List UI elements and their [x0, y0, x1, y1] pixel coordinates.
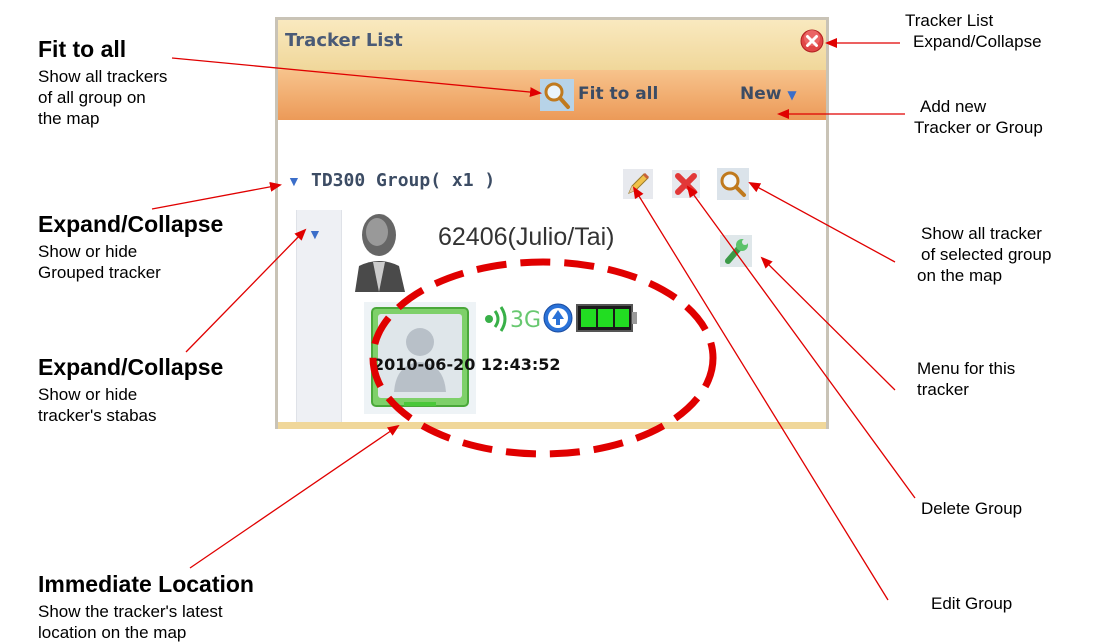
- annotation-line: the map: [38, 109, 100, 128]
- arrow-immediate: [189, 424, 400, 569]
- battery-icon: [576, 304, 637, 332]
- tracker-expand-toggle[interactable]: ▼: [308, 226, 322, 242]
- panel-bottom-strip: [278, 422, 826, 429]
- annotation-line: location on the map: [38, 623, 187, 642]
- panel-toolbar: Fit to all New ▼: [278, 70, 826, 120]
- add-new-annotation: Add new Tracker or Group: [914, 96, 1043, 138]
- close-icon[interactable]: [800, 29, 824, 53]
- edit-group-annotation: Edit Group: [931, 594, 1013, 613]
- annotation-line: Show all tracker: [921, 224, 1042, 243]
- group-expand-toggle[interactable]: ▼: [287, 173, 301, 189]
- new-dropdown-button[interactable]: New ▼: [740, 84, 797, 104]
- annotation-line: Add new: [920, 97, 987, 116]
- annotation-line: tracker's stabas: [38, 406, 157, 425]
- fit-annotation-title: Fit to all: [38, 36, 127, 62]
- annotation-line: Menu for this: [917, 359, 1016, 378]
- annotation-line: Tracker or Group: [914, 118, 1043, 137]
- arrow-group-toggle: [151, 181, 282, 210]
- panel-title: Tracker List: [285, 30, 403, 51]
- show-group-annotation: Show all tracker of selected group on th…: [917, 223, 1051, 286]
- annotation-line: Show or hide: [38, 242, 138, 261]
- group-name[interactable]: TD300 Group( x1 ): [311, 170, 495, 191]
- gps-icon: [543, 303, 573, 333]
- triangle-down-icon: ▼: [308, 226, 322, 242]
- fit-to-all-label: Fit to all: [578, 84, 659, 104]
- fit-annotation-desc: Show all trackers of all group on the ma…: [38, 66, 167, 129]
- annotation-line: Tracker List: [905, 11, 994, 30]
- tracker-list-panel: Tracker List Fit to all New ▼ ▼ TD300 Gr…: [275, 17, 829, 429]
- signal-text: 3G: [510, 308, 541, 333]
- new-label: New: [740, 84, 782, 104]
- search-icon[interactable]: [717, 168, 749, 200]
- panel-title-bar: Tracker List: [278, 20, 826, 70]
- immediate-annotation-title: Immediate Location: [38, 571, 254, 597]
- chevron-down-icon: ▼: [787, 88, 797, 102]
- expand-tracker-annotation-title: Expand/Collapse: [38, 354, 224, 380]
- immediate-annotation-desc: Show the tracker's latest location on th…: [38, 601, 223, 643]
- annotation-line: Show all trackers: [38, 67, 168, 86]
- pencil-icon[interactable]: [623, 169, 653, 199]
- delete-icon[interactable]: [672, 170, 700, 198]
- signal-icon: 3G: [485, 306, 541, 333]
- expand-group-annotation-title: Expand/Collapse: [38, 211, 224, 237]
- tracker-indent-strip: [296, 210, 342, 428]
- user-avatar-icon: [355, 214, 405, 292]
- triangle-down-icon: ▼: [287, 173, 301, 189]
- expand-group-annotation-desc: Show or hide Grouped tracker: [38, 241, 161, 283]
- tracker-list-toggle-annotation: Tracker List Expand/Collapse: [905, 10, 1042, 52]
- annotation-line: Expand/Collapse: [913, 32, 1042, 51]
- delete-group-annotation: Delete Group: [921, 499, 1023, 518]
- menu-annotation: Menu for this tracker: [917, 358, 1015, 400]
- annotation-line: Show or hide: [38, 385, 138, 404]
- expand-tracker-annotation-desc: Show or hide tracker's stabas: [38, 384, 157, 426]
- wrench-icon[interactable]: [720, 235, 752, 267]
- annotation-line: Show the tracker's latest: [38, 602, 223, 621]
- tracker-timestamp: 2010-06-20 12:43:52: [373, 355, 561, 374]
- annotation-line: of all group on: [38, 88, 146, 107]
- annotation-line: Grouped tracker: [38, 263, 161, 282]
- tracker-name[interactable]: 62406(Julio/Tai): [438, 223, 615, 252]
- annotation-line: on the map: [917, 266, 1003, 285]
- search-icon: [540, 79, 574, 111]
- annotation-line: of selected group: [921, 245, 1052, 264]
- annotation-line: tracker: [917, 380, 969, 399]
